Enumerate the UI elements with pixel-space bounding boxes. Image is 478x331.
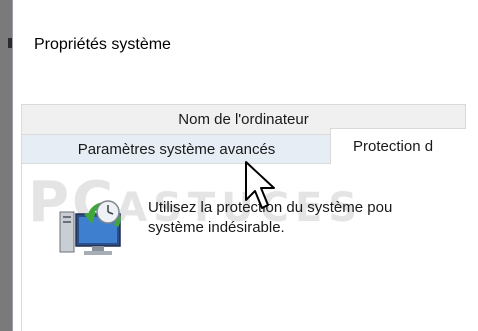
tab-computer-name-label: Nom de l'ordinateur bbox=[178, 111, 309, 128]
background-window-edge bbox=[0, 0, 12, 331]
tab-advanced-settings-label: Paramètres système avancés bbox=[77, 140, 276, 158]
protection-description-line-2: système indésirable. bbox=[148, 219, 285, 236]
system-protection-icon bbox=[59, 200, 121, 255]
protection-description: Utilisez la protection du système pou sy… bbox=[148, 198, 478, 238]
tab-advanced-settings[interactable]: Paramètres système avancés bbox=[21, 134, 331, 164]
window-title: Propriétés système bbox=[34, 36, 171, 53]
tab-system-protection[interactable]: Protection d bbox=[330, 128, 466, 164]
mouse-cursor-icon bbox=[245, 161, 275, 209]
protection-description-line-1: Utilisez la protection du système pou bbox=[148, 199, 393, 216]
tab-system-protection-label: Protection d bbox=[353, 138, 434, 155]
